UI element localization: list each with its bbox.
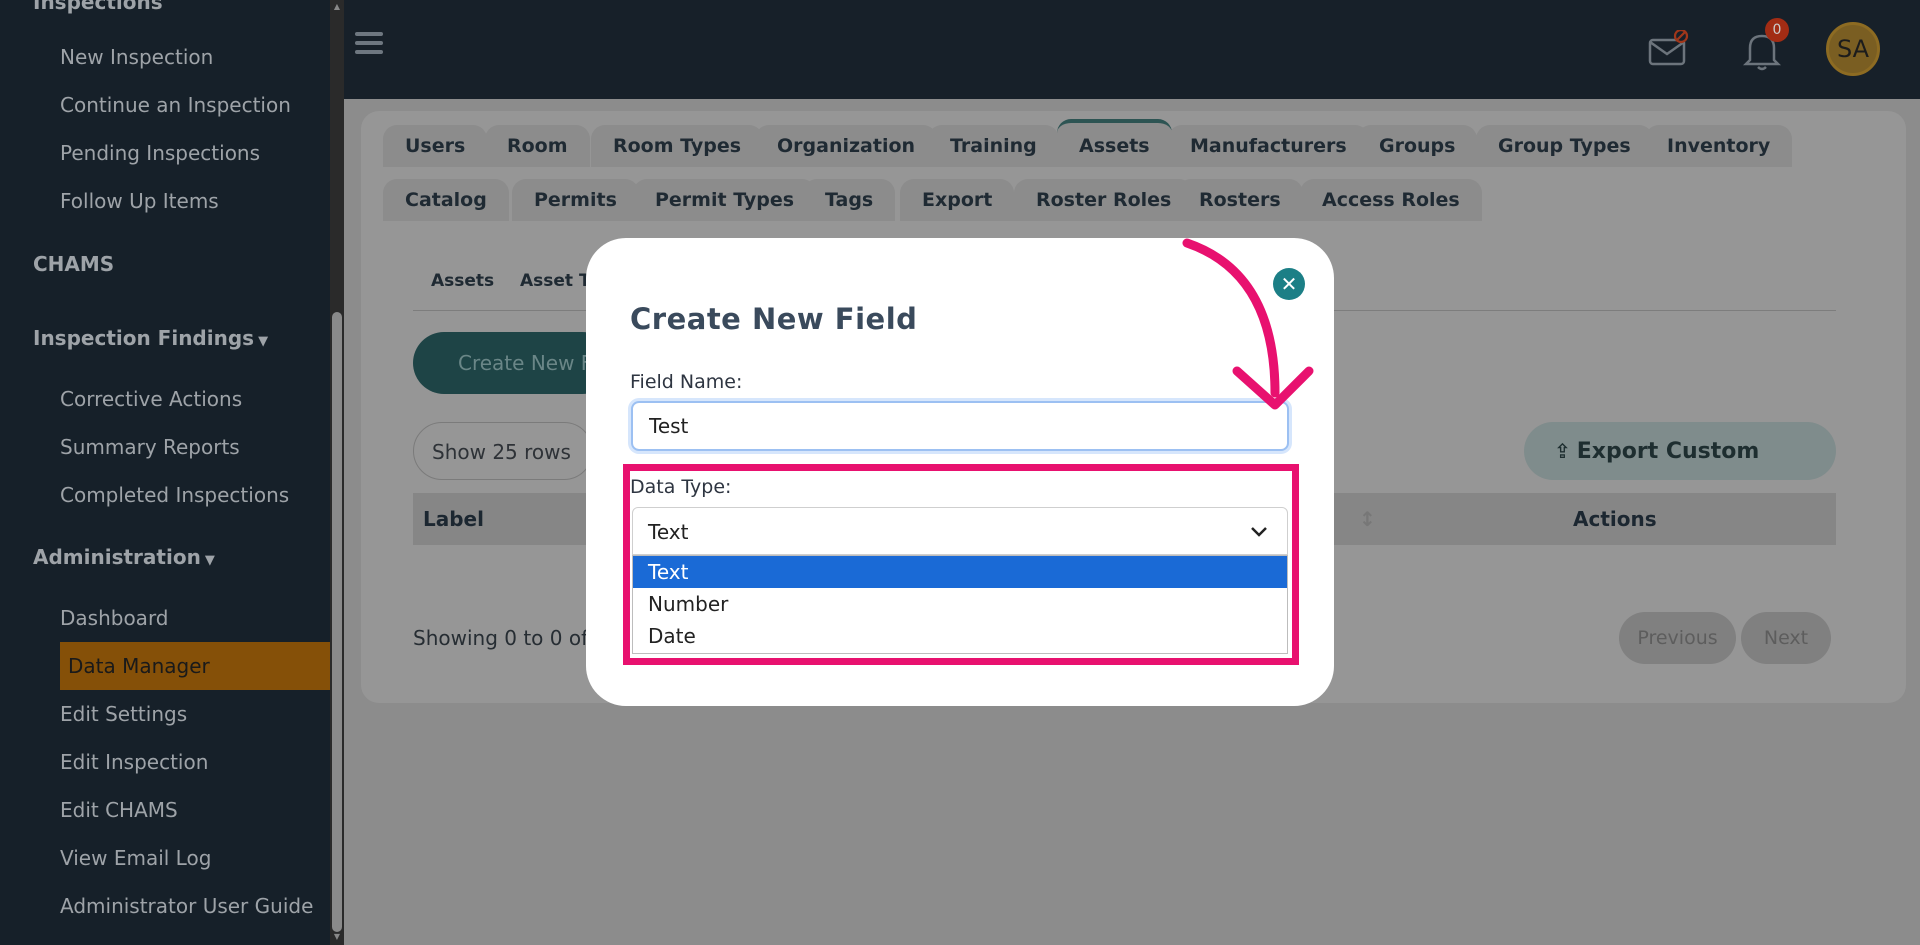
sidebar-item-edit-inspection[interactable]: Edit Inspection: [60, 750, 208, 774]
sidebar-item-view-email-log[interactable]: View Email Log: [60, 846, 211, 870]
column-header-label[interactable]: Label: [423, 507, 484, 531]
sidebar-heading-label: Administration: [33, 545, 201, 569]
tab-training[interactable]: Training: [928, 125, 1059, 167]
tab-users[interactable]: Users: [383, 125, 488, 167]
tab-export[interactable]: Export: [900, 179, 1015, 221]
sidebar-item-pending-inspections[interactable]: Pending Inspections: [60, 141, 260, 165]
rows-per-page-select[interactable]: Show 25 rows: [413, 422, 593, 480]
pointing-arrow-annotation-icon: [1182, 238, 1314, 410]
scroll-up-arrow-icon[interactable]: ▲: [332, 2, 342, 11]
sidebar-item-continue-inspection[interactable]: Continue an Inspection: [60, 93, 291, 117]
sidebar-item-edit-chams[interactable]: Edit CHAMS: [60, 798, 178, 822]
tab-manufacturers[interactable]: Manufacturers: [1168, 125, 1369, 167]
caret-down-icon: ▼: [204, 553, 215, 568]
tab-assets[interactable]: Assets: [1057, 119, 1172, 167]
tab-group-types[interactable]: Group Types: [1476, 125, 1653, 167]
sidebar-item-follow-up-items[interactable]: Follow Up Items: [60, 189, 219, 213]
tab-inventory[interactable]: Inventory: [1645, 125, 1793, 167]
tab-tags[interactable]: Tags: [803, 179, 896, 221]
sidebar-item-admin-user-guide[interactable]: Administrator User Guide: [60, 894, 313, 918]
sidebar-item-dashboard[interactable]: Dashboard: [60, 606, 169, 630]
tab-roster-roles[interactable]: Roster Roles: [1014, 179, 1194, 221]
sidebar-item-summary-reports[interactable]: Summary Reports: [60, 435, 240, 459]
modal-title: Create New Field: [630, 302, 918, 336]
sort-icon[interactable]: ↕: [1359, 507, 1376, 531]
tab-groups[interactable]: Groups: [1357, 125, 1478, 167]
tab-catalog[interactable]: Catalog: [383, 179, 509, 221]
tab-organization[interactable]: Organization: [755, 125, 938, 167]
field-name-label: Field Name:: [630, 371, 743, 393]
sidebar-item-data-manager[interactable]: Data Manager: [60, 642, 330, 690]
tab-permits[interactable]: Permits: [512, 179, 639, 221]
sidebar-item-label: Data Manager: [68, 654, 210, 678]
tab-rosters[interactable]: Rosters: [1177, 179, 1303, 221]
sidebar-scrollbar[interactable]: ▲ ▼: [330, 0, 344, 945]
sidebar-item-edit-settings[interactable]: Edit Settings: [60, 702, 187, 726]
notification-badge: 0: [1765, 18, 1789, 42]
avatar[interactable]: SA: [1826, 22, 1880, 76]
sidebar-heading-inspections[interactable]: Inspections: [33, 0, 163, 14]
sidebar-item-completed-inspections[interactable]: Completed Inspections: [60, 483, 289, 507]
pagination-info: Showing 0 to 0 of: [413, 626, 589, 650]
create-new-field-button[interactable]: Create New F: [413, 332, 613, 394]
scroll-down-arrow-icon[interactable]: ▼: [332, 932, 342, 941]
sidebar: Inspections New Inspection Continue an I…: [0, 0, 330, 945]
highlight-annotation-box: [623, 464, 1299, 665]
subtab-assets[interactable]: Assets: [431, 271, 494, 291]
sidebar-heading-administration[interactable]: Administration ▼: [33, 545, 215, 569]
sidebar-item-corrective-actions[interactable]: Corrective Actions: [60, 387, 242, 411]
tab-room[interactable]: Room: [485, 125, 590, 167]
previous-page-button[interactable]: Previous: [1619, 612, 1736, 664]
export-icon: ⇪: [1554, 439, 1571, 463]
tab-permit-types[interactable]: Permit Types: [633, 179, 817, 221]
mail-disabled-icon[interactable]: [1648, 30, 1690, 66]
sidebar-heading-inspection-findings[interactable]: Inspection Findings ▼: [33, 326, 268, 350]
caret-down-icon: ▼: [258, 334, 269, 349]
scrollbar-thumb[interactable]: [332, 312, 342, 932]
tab-access-roles[interactable]: Access Roles: [1300, 179, 1482, 221]
sidebar-heading-label: Inspection Findings: [33, 326, 255, 350]
next-page-button[interactable]: Next: [1741, 612, 1831, 664]
column-header-actions: Actions: [1573, 507, 1657, 531]
export-custom-assets-button[interactable]: ⇪Export Custom Assets: [1524, 422, 1836, 522]
sidebar-item-new-inspection[interactable]: New Inspection: [60, 45, 213, 69]
tab-room-types[interactable]: Room Types: [591, 125, 764, 167]
sidebar-heading-chams[interactable]: CHAMS: [33, 252, 114, 276]
hamburger-menu-icon[interactable]: [355, 32, 383, 59]
